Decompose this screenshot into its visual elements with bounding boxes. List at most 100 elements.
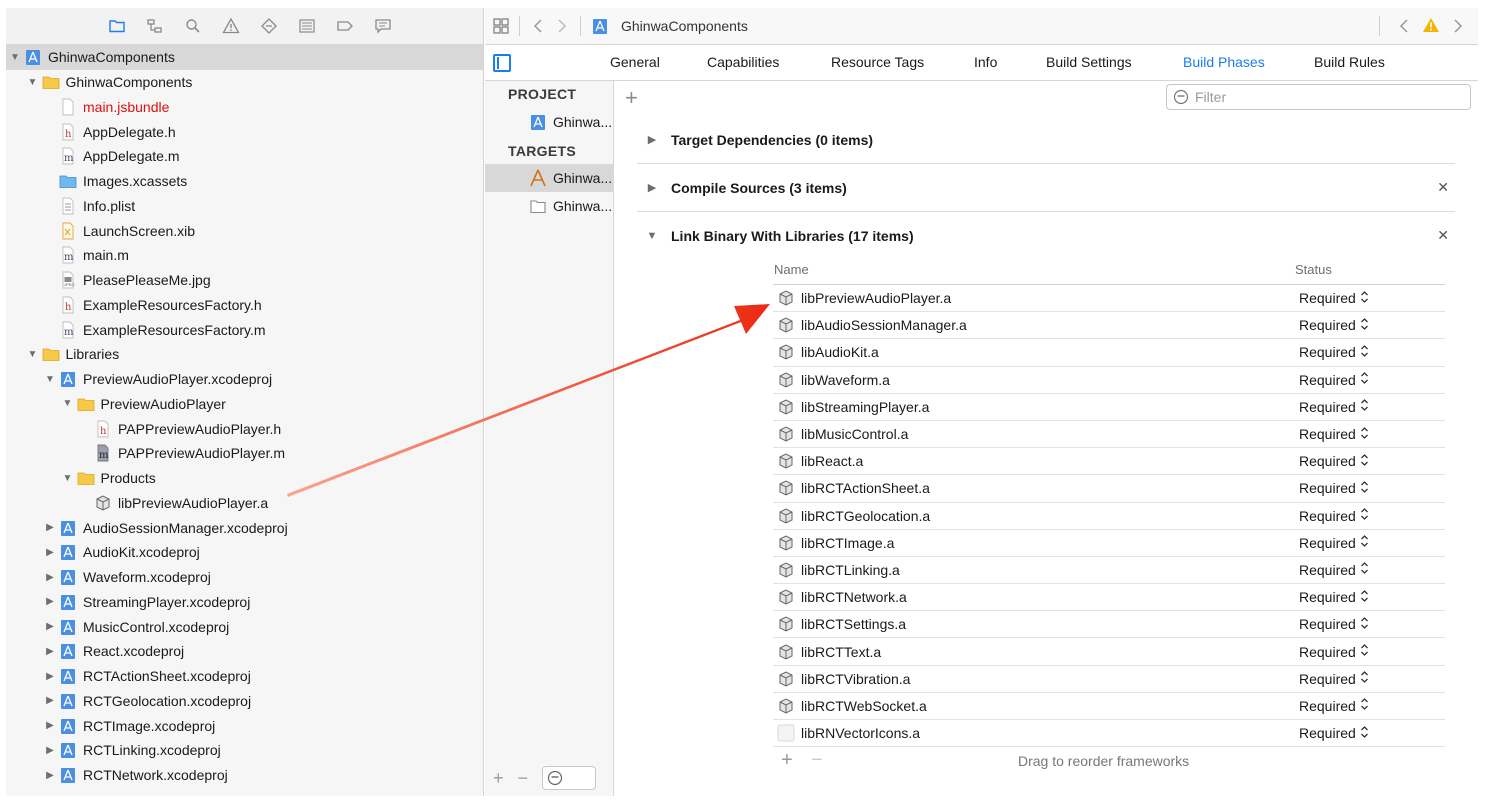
tree-item[interactable]: ▼ PreviewAudioPlayer	[6, 392, 483, 417]
disclosure-triangle-icon[interactable]: ▶	[43, 745, 57, 756]
remove-target-icon[interactable]: −	[518, 768, 529, 789]
prev-issue-chevron-icon[interactable]	[1392, 14, 1416, 38]
warning-icon[interactable]	[1422, 17, 1440, 36]
debug-list-icon[interactable]	[296, 15, 318, 37]
tree-item[interactable]: ▶ RCTGeolocation.xcodeproj	[6, 689, 483, 714]
report-bubble-icon[interactable]	[372, 15, 394, 37]
close-icon[interactable]: ✕	[1437, 179, 1449, 196]
table-row[interactable]: libReact.a Required	[773, 448, 1445, 476]
tree-item[interactable]: libPreviewAudioPlayer.a	[6, 491, 483, 516]
tab-build-rules[interactable]: Build Rules	[1314, 54, 1385, 70]
table-row[interactable]: libStreamingPlayer.a Required	[773, 394, 1445, 421]
targets-filter-field[interactable]	[542, 766, 597, 790]
tree-item[interactable]: main.jsbundle	[6, 95, 483, 120]
status-popup[interactable]: Required	[1299, 725, 1369, 742]
tree-item[interactable]: h ExampleResourcesFactory.h	[6, 293, 483, 318]
tree-item[interactable]: ▶ RCTLinking.xcodeproj	[6, 738, 483, 763]
table-row[interactable]: libPreviewAudioPlayer.a Required	[773, 285, 1445, 313]
sidebar-toggle-icon[interactable]	[493, 54, 511, 72]
column-header-status[interactable]: Status	[1295, 262, 1332, 277]
status-popup[interactable]: Required	[1299, 616, 1369, 633]
add-library-icon[interactable]: +	[781, 749, 793, 772]
status-popup[interactable]: Required	[1299, 290, 1369, 307]
tree-item[interactable]: ▶ RCTNetwork.xcodeproj	[6, 763, 483, 788]
tree-item[interactable]: ▶ MusicControl.xcodeproj	[6, 614, 483, 639]
status-popup[interactable]: Required	[1299, 317, 1369, 334]
tab-build-phases[interactable]: Build Phases	[1183, 54, 1265, 70]
remove-library-icon[interactable]: −	[811, 749, 823, 772]
table-row[interactable]: libWaveform.a Required	[773, 367, 1445, 394]
tree-item[interactable]: ▶ React.xcodeproj	[6, 639, 483, 664]
status-popup[interactable]: Required	[1299, 697, 1369, 714]
disclosure-triangle-icon[interactable]: ▶	[43, 720, 57, 731]
disclosure-triangle-icon[interactable]: ▼	[61, 398, 75, 409]
project-item[interactable]: Ghinwa...	[485, 108, 614, 136]
tree-item[interactable]: h AppDelegate.h	[6, 119, 483, 144]
tree-item[interactable]: ▶ Waveform.xcodeproj	[6, 565, 483, 590]
column-header-name[interactable]: Name	[774, 262, 809, 277]
tree-item[interactable]: Images.xcassets	[6, 169, 483, 194]
filter-field[interactable]: Filter	[1166, 84, 1471, 110]
disclosure-triangle-icon[interactable]: ▼	[8, 52, 22, 63]
table-row[interactable]: libRCTWebSocket.a Required	[773, 693, 1445, 720]
next-issue-chevron-icon[interactable]	[1446, 14, 1470, 38]
tree-item[interactable]: ▼ Libraries	[6, 342, 483, 367]
tab-general[interactable]: General	[610, 54, 660, 70]
table-row[interactable]: libRCTText.a Required	[773, 638, 1445, 666]
status-popup[interactable]: Required	[1299, 507, 1369, 524]
grid-icon[interactable]	[489, 14, 513, 38]
disclosure-triangle-icon[interactable]: ▼	[61, 473, 75, 484]
disclosure-triangle-icon[interactable]: ▼	[645, 230, 659, 242]
table-row[interactable]: libRCTActionSheet.a Required	[773, 475, 1445, 503]
hierarchy-icon[interactable]	[144, 15, 166, 37]
table-row[interactable]: libMusicControl.a Required	[773, 421, 1445, 449]
disclosure-triangle-icon[interactable]: ▶	[43, 522, 57, 533]
status-popup[interactable]: Required	[1299, 561, 1369, 578]
table-row[interactable]: libRCTVibration.a Required	[773, 666, 1445, 693]
tree-item[interactable]: ▶ RCTActionSheet.xcodeproj	[6, 664, 483, 689]
status-popup[interactable]: Required	[1299, 589, 1369, 606]
close-icon[interactable]: ✕	[1437, 227, 1449, 244]
tree-item[interactable]: ▶ AudioKit.xcodeproj	[6, 540, 483, 565]
tab-capabilities[interactable]: Capabilities	[707, 54, 779, 70]
tab-info[interactable]: Info	[974, 54, 997, 70]
disclosure-triangle-icon[interactable]: ▶	[43, 621, 57, 632]
add-target-icon[interactable]: +	[493, 768, 504, 789]
tree-item[interactable]: m AppDelegate.m	[6, 144, 483, 169]
tree-item[interactable]: LaunchScreen.xib	[6, 218, 483, 243]
table-row[interactable]: libRCTImage.a Required	[773, 530, 1445, 557]
tree-item[interactable]: m PAPPreviewAudioPlayer.m	[6, 441, 483, 466]
phase-link-binary[interactable]: ▼ Link Binary With Libraries (17 items) …	[637, 212, 1455, 260]
tree-item[interactable]: Info.plist	[6, 194, 483, 219]
disclosure-triangle-icon[interactable]: ▶	[43, 547, 57, 558]
table-row[interactable]: libRCTNetwork.a Required	[773, 584, 1445, 612]
back-chevron-icon[interactable]	[526, 14, 550, 38]
status-popup[interactable]: Required	[1299, 643, 1369, 660]
status-popup[interactable]: Required	[1299, 480, 1369, 497]
status-popup[interactable]: Required	[1299, 670, 1369, 687]
table-row[interactable]: libRCTGeolocation.a Required	[773, 503, 1445, 530]
disclosure-triangle-icon[interactable]: ▼	[26, 77, 40, 88]
phase-compile-sources[interactable]: ▶ Compile Sources (3 items) ✕	[637, 164, 1455, 212]
status-popup[interactable]: Required	[1299, 534, 1369, 551]
disclosure-triangle-icon[interactable]: ▼	[43, 374, 57, 385]
breakpoint-tag-icon[interactable]	[334, 15, 356, 37]
disclosure-triangle-icon[interactable]: ▶	[43, 596, 57, 607]
target-item-tests[interactable]: Ghinwa...	[485, 192, 614, 220]
disclosure-triangle-icon[interactable]: ▶	[43, 646, 57, 657]
table-row[interactable]: libRCTLinking.a Required	[773, 557, 1445, 585]
tree-item[interactable]: ▼ GhinwaComponents	[6, 45, 483, 70]
search-icon[interactable]	[182, 15, 204, 37]
table-row[interactable]: libAudioKit.a Required	[773, 339, 1445, 367]
tree-item[interactable]: ▼ Products	[6, 466, 483, 491]
status-popup[interactable]: Required	[1299, 398, 1369, 415]
tab-build-settings[interactable]: Build Settings	[1046, 54, 1132, 70]
tree-item[interactable]: ▼ GhinwaComponents	[6, 70, 483, 95]
status-popup[interactable]: Required	[1299, 426, 1369, 443]
forward-chevron-icon[interactable]	[550, 14, 574, 38]
disclosure-triangle-icon[interactable]: ▶	[43, 695, 57, 706]
table-row[interactable]: libAudioSessionManager.a Required	[773, 312, 1445, 340]
disclosure-triangle-icon[interactable]: ▶	[645, 133, 659, 146]
folder-icon[interactable]	[106, 15, 128, 37]
status-popup[interactable]: Required	[1299, 344, 1369, 361]
